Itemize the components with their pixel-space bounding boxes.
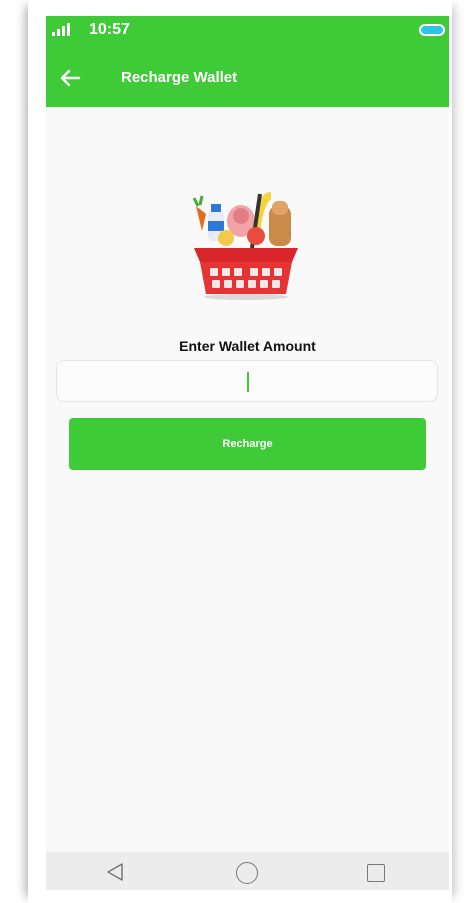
app-bar: 10:57 Recharge Wallet bbox=[46, 16, 449, 107]
back-arrow-icon[interactable] bbox=[58, 66, 82, 90]
wallet-amount-input[interactable] bbox=[56, 360, 438, 402]
amount-label: Enter Wallet Amount bbox=[179, 338, 316, 354]
status-time: 10:57 bbox=[89, 21, 130, 38]
recharge-button[interactable]: Recharge bbox=[69, 418, 426, 470]
system-nav-bar bbox=[46, 852, 449, 890]
nav-home-icon[interactable] bbox=[236, 862, 258, 884]
nav-back-icon[interactable] bbox=[106, 862, 124, 882]
page-title: Recharge Wallet bbox=[121, 69, 238, 86]
grocery-basket-icon bbox=[192, 192, 298, 300]
nav-recent-apps-icon[interactable] bbox=[367, 864, 385, 882]
status-bar: 10:57 bbox=[46, 16, 449, 42]
battery-icon bbox=[419, 24, 445, 36]
signal-icon bbox=[52, 22, 70, 36]
app-screen: 10:57 Recharge Wallet Enter Wallet Amoun… bbox=[46, 16, 449, 890]
text-caret bbox=[247, 372, 249, 392]
